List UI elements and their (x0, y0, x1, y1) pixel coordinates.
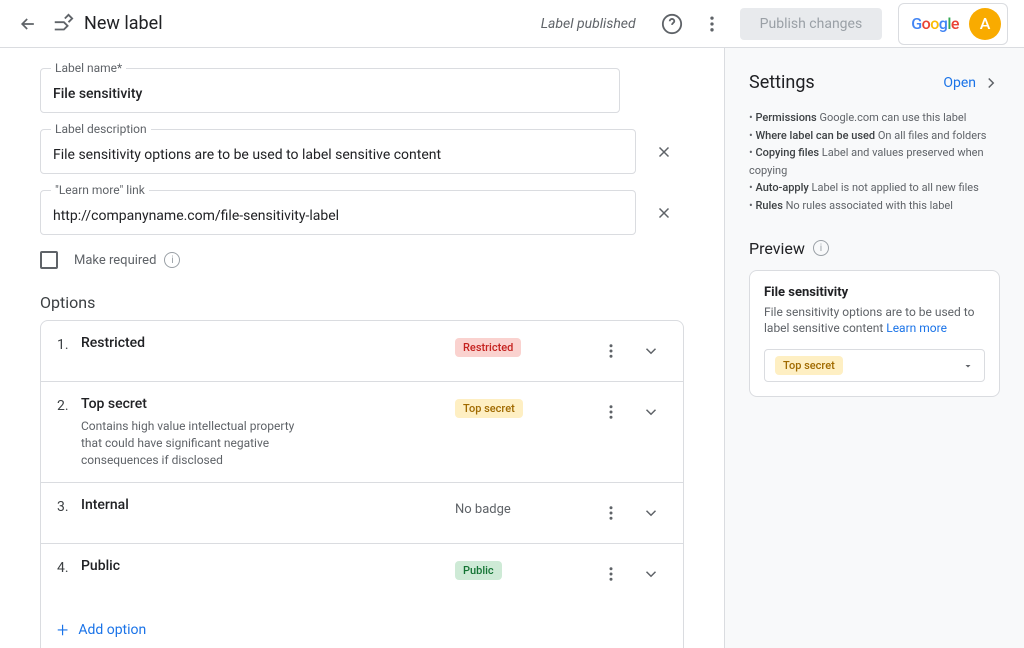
option-more-button[interactable] (595, 497, 627, 529)
avatar[interactable]: A (969, 8, 1001, 40)
preview-title: Preview (749, 239, 805, 258)
option-name: Top secret (81, 396, 455, 412)
learn-more-link-field[interactable]: "Learn more" link (40, 190, 636, 235)
option-badge: Public (455, 561, 502, 580)
option-expand-button[interactable] (635, 335, 667, 367)
chevron-right-icon (982, 74, 1000, 92)
field-label: "Learn more" link (51, 183, 149, 197)
google-logo: Google (911, 14, 959, 33)
make-required-label: Make required (74, 253, 156, 268)
option-expand-button[interactable] (635, 497, 667, 529)
plus-icon: + (57, 618, 68, 642)
open-settings-button[interactable]: Open (943, 74, 1000, 92)
page-title: New label (84, 13, 163, 34)
header: New label Label published Publish change… (0, 0, 1024, 48)
back-button[interactable] (16, 12, 40, 36)
status-text: Label published (541, 16, 636, 32)
more-vert-icon (602, 403, 620, 421)
chevron-down-icon (642, 504, 660, 522)
open-label: Open (943, 75, 976, 91)
help-button[interactable] (652, 4, 692, 44)
publish-button[interactable]: Publish changes (740, 8, 883, 40)
options-list: 1. Restricted Restricted 2. Top secret C… (40, 320, 684, 648)
option-no-badge: No badge (455, 502, 511, 517)
label-icon (52, 12, 76, 36)
settings-item: Permissions Google.com can use this labe… (749, 109, 1000, 127)
make-required-checkbox[interactable] (40, 251, 58, 269)
add-option-button[interactable]: + Add option (41, 604, 683, 648)
option-name: Internal (81, 497, 455, 513)
more-vert-icon (602, 504, 620, 522)
option-row: 2. Top secret Contains high value intell… (41, 382, 683, 483)
option-row: 1. Restricted Restricted (41, 321, 683, 382)
preview-selected-badge: Top secret (775, 356, 843, 375)
more-vert-icon (702, 14, 722, 34)
option-name: Restricted (81, 335, 455, 351)
option-more-button[interactable] (595, 558, 627, 590)
sidebar: Settings Open Permissions Google.com can… (724, 48, 1024, 648)
chevron-down-icon (642, 342, 660, 360)
preview-card: File sensitivity File sensitivity option… (749, 270, 1000, 398)
settings-title: Settings (749, 72, 815, 93)
option-index: 4. (57, 558, 81, 576)
learn-more-link-input[interactable] (53, 208, 623, 224)
settings-item: Copying files Label and values preserved… (749, 144, 1000, 179)
settings-list: Permissions Google.com can use this labe… (749, 109, 1000, 215)
make-required-row: Make required i (40, 251, 684, 269)
add-option-label: Add option (78, 622, 146, 638)
label-desc-input[interactable] (53, 147, 623, 163)
info-icon[interactable]: i (164, 252, 180, 268)
preview-label-name: File sensitivity (764, 285, 985, 300)
close-icon (655, 204, 673, 222)
settings-item: Rules No rules associated with this labe… (749, 197, 1000, 215)
clear-desc-button[interactable] (644, 132, 684, 172)
info-icon[interactable]: i (813, 240, 829, 256)
learn-more-link[interactable]: Learn more (886, 321, 947, 335)
field-label: Label name* (51, 61, 126, 75)
help-icon (661, 13, 683, 35)
option-more-button[interactable] (595, 396, 627, 428)
account-switcher[interactable]: Google A (898, 3, 1008, 45)
chevron-down-icon (642, 403, 660, 421)
option-name: Public (81, 558, 455, 574)
option-index: 3. (57, 497, 81, 515)
preview-dropdown[interactable]: Top secret (764, 349, 985, 382)
option-row: 4. Public Public (41, 544, 683, 604)
label-desc-field[interactable]: Label description (40, 129, 636, 174)
arrow-left-icon (18, 14, 38, 34)
more-vert-icon (602, 565, 620, 583)
settings-item: Auto-apply Label is not applied to all n… (749, 179, 1000, 197)
chevron-down-icon (642, 565, 660, 583)
caret-down-icon (962, 360, 974, 372)
more-vert-icon (602, 342, 620, 360)
option-expand-button[interactable] (635, 558, 667, 590)
option-badge: Top secret (455, 399, 523, 418)
main-content: Label name* Label description "Learn mor… (0, 48, 724, 648)
options-title: Options (40, 293, 684, 312)
option-expand-button[interactable] (635, 396, 667, 428)
option-desc: Contains high value intellectual propert… (81, 418, 301, 468)
label-name-field[interactable]: Label name* (40, 68, 620, 113)
settings-item: Where label can be used On all files and… (749, 127, 1000, 145)
option-more-button[interactable] (595, 335, 627, 367)
label-name-input[interactable] (53, 86, 607, 102)
option-index: 1. (57, 335, 81, 353)
preview-label-desc: File sensitivity options are to be used … (764, 304, 985, 338)
option-row: 3. Internal No badge (41, 483, 683, 544)
option-badge: Restricted (455, 338, 521, 357)
field-label: Label description (51, 122, 151, 136)
more-menu-button[interactable] (692, 4, 732, 44)
option-index: 2. (57, 396, 81, 414)
close-icon (655, 143, 673, 161)
clear-link-button[interactable] (644, 193, 684, 233)
